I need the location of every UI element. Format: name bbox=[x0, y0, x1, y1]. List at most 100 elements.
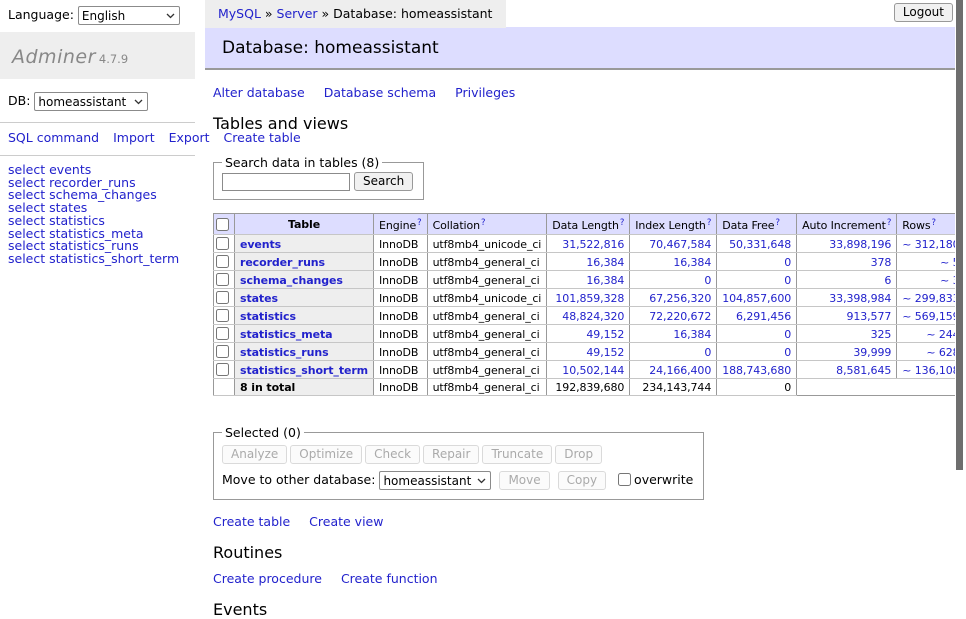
main-content: MySQL » Server » Database: homeassistant… bbox=[205, 0, 966, 619]
row-checkbox-cell bbox=[214, 253, 235, 271]
column-help-link[interactable]: ? bbox=[620, 218, 624, 228]
table-name-cell: states bbox=[235, 289, 374, 307]
engine-cell: InnoDB bbox=[374, 253, 428, 271]
collation-cell: utf8mb4_general_ci bbox=[427, 253, 547, 271]
tables-heading: Tables and views bbox=[213, 114, 966, 133]
table-link-recorder-runs[interactable]: recorder_runs bbox=[240, 256, 325, 269]
repair-button[interactable]: Repair bbox=[423, 445, 479, 464]
total-index-length-cell: 234,143,744 bbox=[630, 379, 717, 396]
analyze-button[interactable]: Analyze bbox=[222, 445, 287, 464]
index-length-cell: 0 bbox=[630, 343, 717, 361]
row-checkbox-statistics[interactable] bbox=[216, 309, 229, 322]
collation-cell: utf8mb4_general_ci bbox=[427, 325, 547, 343]
check-button[interactable]: Check bbox=[365, 445, 420, 464]
row-checkbox-recorder-runs[interactable] bbox=[216, 255, 229, 268]
row-checkbox-schema-changes[interactable] bbox=[216, 273, 229, 286]
move-label: Move to other database: bbox=[222, 472, 375, 487]
move-button[interactable]: Move bbox=[499, 471, 549, 490]
auto-increment-cell: 33,898,196 bbox=[797, 235, 897, 253]
auto-increment-cell: 6 bbox=[797, 271, 897, 289]
overwrite-checkbox[interactable] bbox=[618, 473, 631, 486]
truncate-button[interactable]: Truncate bbox=[482, 445, 552, 464]
sidebar: Language:English Adminer4.7.9 DB:homeass… bbox=[0, 0, 195, 274]
db-select[interactable]: homeassistant bbox=[34, 92, 148, 111]
total-empty-cell bbox=[214, 379, 235, 396]
engine-cell: InnoDB bbox=[374, 307, 428, 325]
engine-cell: InnoDB bbox=[374, 325, 428, 343]
data-free-cell: 0 bbox=[717, 271, 797, 289]
language-select[interactable]: English bbox=[78, 6, 180, 25]
row-checkbox-statistics-runs[interactable] bbox=[216, 345, 229, 358]
link-create-procedure[interactable]: Create procedure bbox=[213, 571, 322, 586]
sidebar-item-select-statistics-short-term[interactable]: select statistics_short_term bbox=[8, 253, 187, 266]
data-length-cell: 31,522,816 bbox=[547, 235, 630, 253]
data-length-cell: 16,384 bbox=[547, 271, 630, 289]
action-link-database-schema[interactable]: Database schema bbox=[324, 85, 436, 100]
column-help-link[interactable]: ? bbox=[417, 218, 421, 228]
link-create-view[interactable]: Create view bbox=[309, 514, 383, 529]
row-checkbox-statistics-meta[interactable] bbox=[216, 327, 229, 340]
table-link-statistics-short-term[interactable]: statistics_short_term bbox=[240, 364, 368, 377]
scrollbar[interactable] bbox=[955, 0, 966, 543]
breadcrumb: MySQL » Server » Database: homeassistant bbox=[205, 0, 506, 28]
search-input[interactable] bbox=[222, 173, 350, 191]
column-help-link[interactable]: ? bbox=[887, 218, 891, 228]
row-checkbox-cell bbox=[214, 325, 235, 343]
row-checkbox-statistics-short-term[interactable] bbox=[216, 363, 229, 376]
table-row-schema-changes: schema_changesInnoDButf8mb4_general_ci16… bbox=[214, 271, 966, 289]
copy-button[interactable]: Copy bbox=[558, 471, 606, 490]
collation-cell: utf8mb4_general_ci bbox=[427, 271, 547, 289]
action-link-alter-database[interactable]: Alter database bbox=[213, 85, 305, 100]
table-link-statistics-meta[interactable]: statistics_meta bbox=[240, 328, 333, 341]
index-length-cell: 16,384 bbox=[630, 253, 717, 271]
table-name-cell: recorder_runs bbox=[235, 253, 374, 271]
engine-cell: InnoDB bbox=[374, 235, 428, 253]
routines-links: Create procedure Create function bbox=[213, 571, 966, 586]
column-help-link[interactable]: ? bbox=[481, 218, 485, 228]
search-button[interactable]: Search bbox=[354, 172, 413, 191]
table-link-statistics-runs[interactable]: statistics_runs bbox=[240, 346, 329, 359]
column-header-index-length: Index Length? bbox=[630, 214, 717, 235]
table-link-schema-changes[interactable]: schema_changes bbox=[240, 274, 343, 287]
sidebar-link-import[interactable]: Import bbox=[113, 130, 155, 145]
breadcrumb-link-server[interactable]: Server bbox=[277, 6, 318, 21]
table-row-statistics-runs: statistics_runsInnoDButf8mb4_general_ci4… bbox=[214, 343, 966, 361]
link-create-function[interactable]: Create function bbox=[341, 571, 438, 586]
scrollbar-thumb[interactable] bbox=[956, 0, 963, 470]
db-label: DB: bbox=[8, 93, 30, 108]
select-all-checkbox[interactable] bbox=[216, 218, 229, 231]
collation-cell: utf8mb4_unicode_ci bbox=[427, 289, 547, 307]
column-help-link[interactable]: ? bbox=[707, 218, 711, 228]
drop-button[interactable]: Drop bbox=[555, 445, 602, 464]
optimize-button[interactable]: Optimize bbox=[290, 445, 362, 464]
column-help-link[interactable]: ? bbox=[931, 218, 935, 228]
data-length-cell: 10,502,144 bbox=[547, 361, 630, 379]
column-help-link[interactable]: ? bbox=[775, 218, 779, 228]
column-header-data-free: Data Free? bbox=[717, 214, 797, 235]
sidebar-link-export[interactable]: Export bbox=[169, 130, 210, 145]
row-checkbox-cell bbox=[214, 235, 235, 253]
auto-increment-cell: 913,577 bbox=[797, 307, 897, 325]
app-logo[interactable]: Adminer bbox=[12, 46, 96, 68]
table-link-states[interactable]: states bbox=[240, 292, 278, 305]
engine-cell: InnoDB bbox=[374, 361, 428, 379]
table-link-statistics[interactable]: statistics bbox=[240, 310, 296, 323]
link-create-table[interactable]: Create table bbox=[213, 514, 290, 529]
sidebar-link-sql-command[interactable]: SQL command bbox=[8, 130, 99, 145]
logout-button[interactable]: Logout bbox=[894, 3, 953, 22]
action-link-privileges[interactable]: Privileges bbox=[455, 85, 515, 100]
move-db-select[interactable]: homeassistant bbox=[379, 471, 491, 490]
row-checkbox-events[interactable] bbox=[216, 237, 229, 250]
column-header-data-length: Data Length? bbox=[547, 214, 630, 235]
breadcrumb-link-mysql[interactable]: MySQL bbox=[218, 6, 261, 21]
total-label-cell: 8 in total bbox=[235, 379, 374, 396]
table-row-states: statesInnoDButf8mb4_unicode_ci101,859,32… bbox=[214, 289, 966, 307]
table-name-cell: events bbox=[235, 235, 374, 253]
index-length-cell: 72,220,672 bbox=[630, 307, 717, 325]
data-free-cell: 0 bbox=[717, 325, 797, 343]
row-checkbox-states[interactable] bbox=[216, 291, 229, 304]
column-header-table: Table bbox=[235, 214, 374, 235]
table-link-events[interactable]: events bbox=[240, 238, 281, 251]
data-length-cell: 49,152 bbox=[547, 343, 630, 361]
column-header-auto-increment: Auto Increment? bbox=[797, 214, 897, 235]
